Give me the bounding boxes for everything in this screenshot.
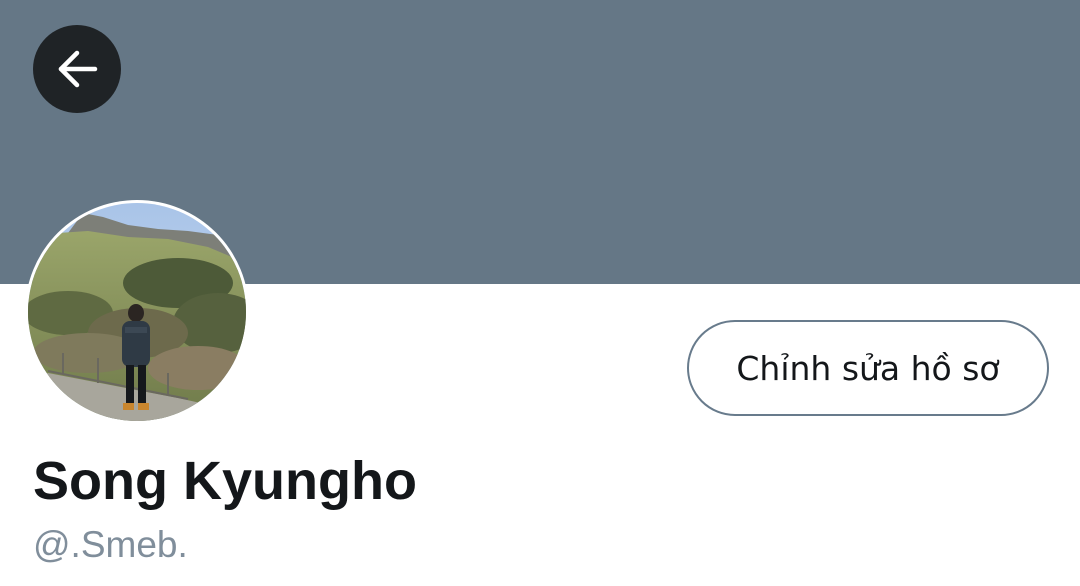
edit-profile-button[interactable]: Chỉnh sửa hồ sơ [687,320,1049,416]
arrow-left-icon [58,50,98,88]
profile-display-name: Song Kyungho [33,451,417,511]
profile-photo [28,203,246,421]
profile-handle: @.Smeb. [33,524,188,565]
avatar[interactable] [25,200,249,424]
profile-page: Chỉnh sửa hồ sơ Song Kyungho @.Smeb. [0,0,1080,586]
back-button[interactable] [33,25,121,113]
